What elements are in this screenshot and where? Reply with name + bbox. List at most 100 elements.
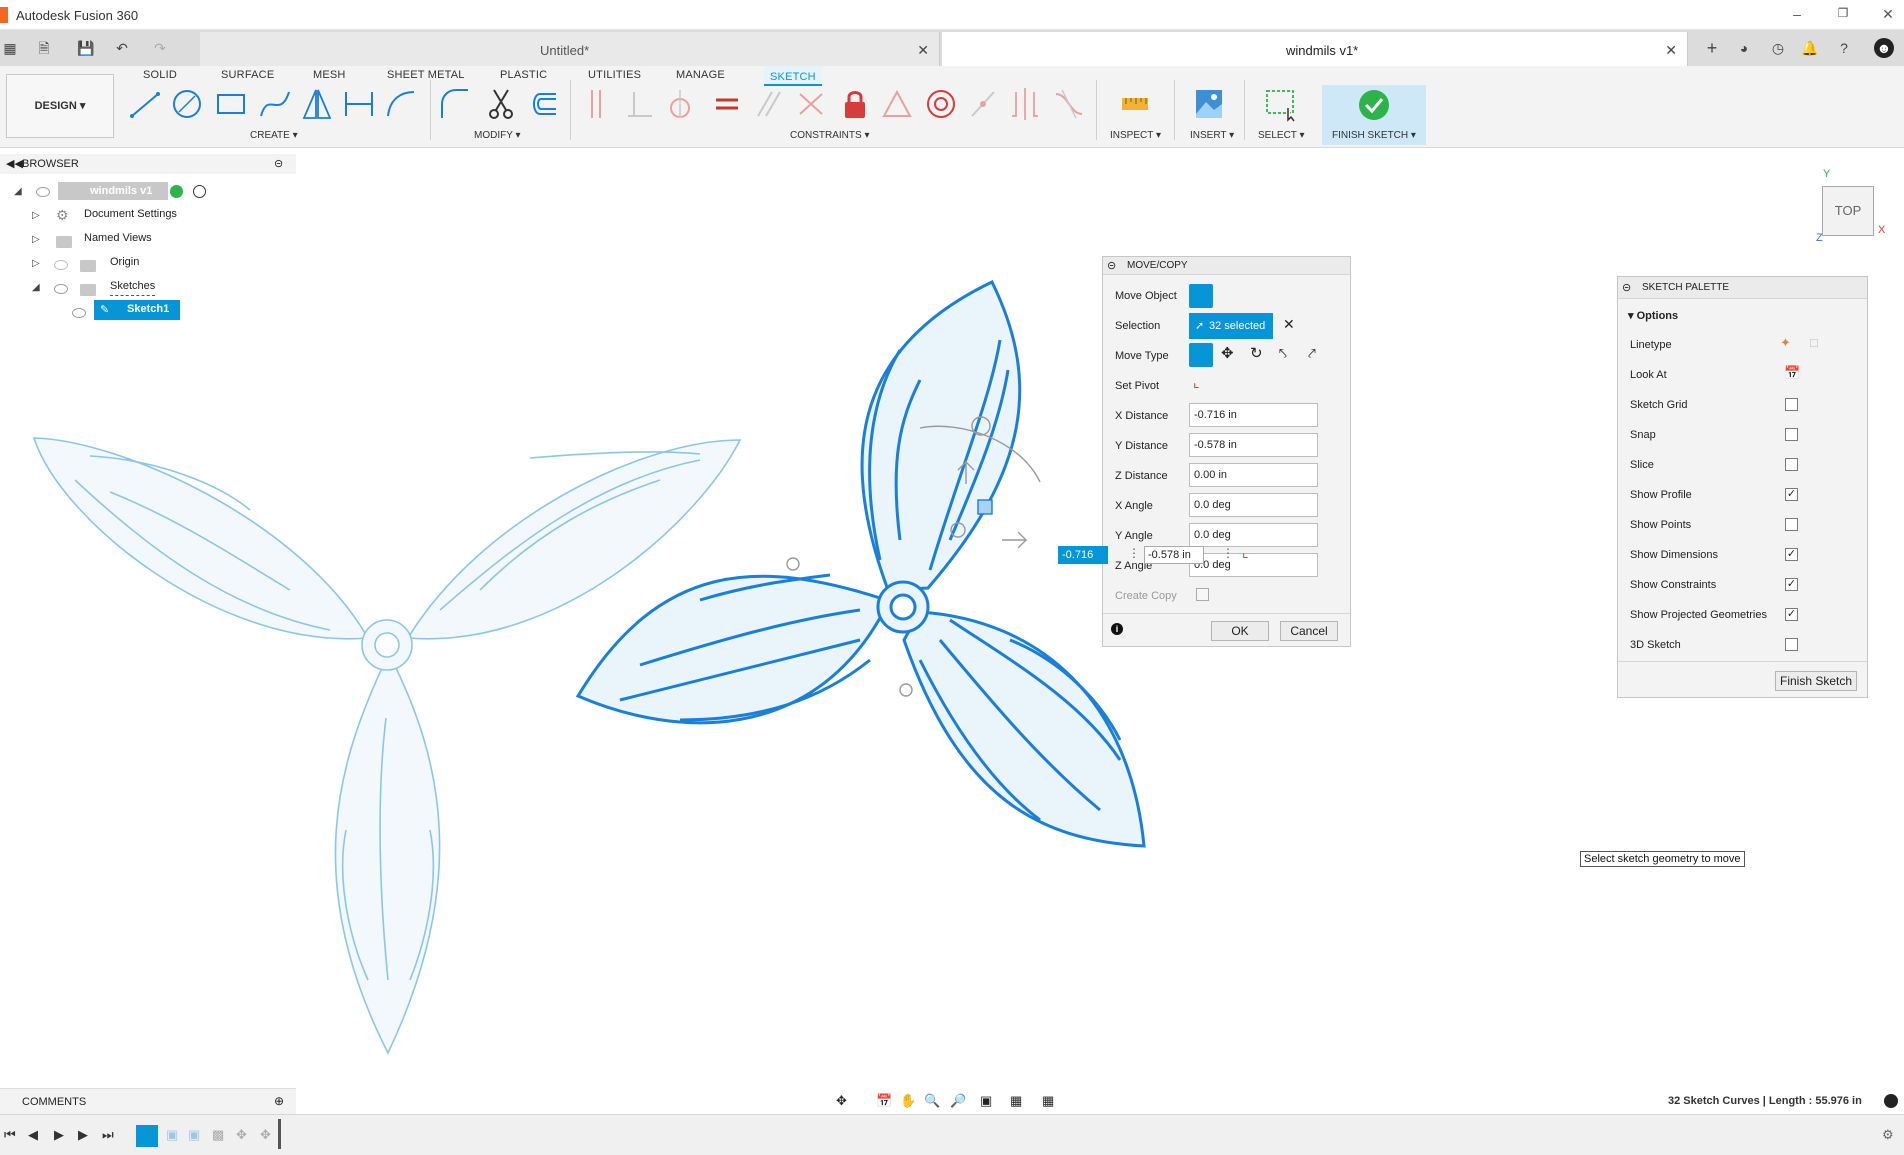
step-back-icon[interactable]: ◀ bbox=[28, 1127, 38, 1143]
perpendicular-constraint-icon[interactable] bbox=[622, 86, 656, 122]
tab-surface[interactable]: SURFACE bbox=[221, 69, 274, 81]
apps-grid-icon[interactable]: ▦ bbox=[0, 38, 20, 58]
radio-target-icon[interactable] bbox=[193, 185, 206, 198]
orbit-icon[interactable]: ✥ bbox=[836, 1093, 847, 1109]
constraints-group-label[interactable]: CONSTRAINTS ▾ bbox=[790, 130, 869, 141]
z-distance-input[interactable]: 0.00 in bbox=[1189, 463, 1318, 487]
x-angle-input[interactable]: 0.0 deg bbox=[1189, 493, 1318, 517]
collapse-dialog-icon[interactable]: ⊝ bbox=[1107, 259, 1116, 272]
symmetry-constraint-icon[interactable] bbox=[1008, 86, 1042, 122]
close-tab-icon[interactable]: ✕ bbox=[917, 42, 929, 59]
timeline-sketch-feature[interactable] bbox=[136, 1125, 158, 1147]
activate-component-icon[interactable] bbox=[170, 185, 183, 198]
show-profile-checkbox[interactable]: ✓ bbox=[1785, 488, 1798, 501]
minimize-icon[interactable]: – bbox=[1787, 6, 1807, 22]
avatar[interactable]: ☻ bbox=[1874, 38, 1894, 58]
collapse-icon[interactable]: ◢ bbox=[32, 282, 40, 293]
tree-item-origin[interactable]: Origin bbox=[110, 252, 139, 272]
show-dimensions-checkbox[interactable]: ✓ bbox=[1785, 548, 1798, 561]
timeline-feature-icon[interactable]: ✥ bbox=[260, 1127, 271, 1143]
sketch-grid-checkbox[interactable] bbox=[1785, 398, 1798, 411]
timeline-marker[interactable] bbox=[278, 1119, 281, 1149]
insert-group-label[interactable]: INSERT ▾ bbox=[1190, 130, 1234, 141]
selection-button[interactable]: ➚ 32 selected bbox=[1189, 313, 1273, 339]
dimension-tool-icon[interactable] bbox=[342, 86, 376, 122]
point-to-position-icon[interactable]: ⤤ bbox=[1308, 345, 1316, 362]
add-comment-icon[interactable]: ⊕ bbox=[274, 1094, 284, 1108]
circle-tool-icon[interactable] bbox=[170, 86, 204, 122]
timeline-feature-icon[interactable]: ▣ bbox=[188, 1127, 200, 1143]
grid-settings-icon[interactable]: ▦ bbox=[1010, 1093, 1022, 1109]
expand-icon[interactable]: ▷ bbox=[32, 258, 40, 269]
tree-item-named-views[interactable]: Named Views bbox=[84, 228, 152, 248]
collapse-browser-icon[interactable]: ◀◀ bbox=[6, 157, 23, 170]
feedback-icon[interactable] bbox=[1884, 1094, 1898, 1108]
timeline-feature-icon[interactable]: ▣ bbox=[166, 1127, 178, 1143]
tab-untitled[interactable]: Untitled* ✕ bbox=[200, 32, 940, 66]
options-section[interactable]: ▾ Options bbox=[1628, 309, 1678, 322]
go-to-end-icon[interactable]: ⏭ bbox=[102, 1127, 114, 1143]
tree-item-sketch1[interactable]: ✎ Sketch1 bbox=[94, 300, 180, 320]
finish-sketch-label[interactable]: FINISH SKETCH ▾ bbox=[1332, 130, 1416, 141]
go-to-start-icon[interactable]: ⏮ bbox=[4, 1127, 16, 1143]
snap-checkbox[interactable] bbox=[1785, 428, 1798, 441]
step-forward-icon[interactable]: ▶ bbox=[78, 1127, 88, 1143]
centerline-linetype-icon[interactable]: □ bbox=[1810, 335, 1818, 350]
tab-solid[interactable]: SOLID bbox=[143, 69, 177, 81]
pan-hand-icon[interactable]: ✋ bbox=[900, 1093, 916, 1109]
look-at-icon[interactable]: 📅 bbox=[876, 1093, 892, 1109]
fix-lock-icon[interactable] bbox=[838, 86, 872, 122]
tab-sketch[interactable]: SKETCH bbox=[764, 66, 822, 86]
notifications-icon[interactable]: 🔔 bbox=[1800, 38, 1820, 58]
trim-scissors-icon[interactable] bbox=[484, 86, 518, 122]
drag-handle-icon[interactable]: ⋮ bbox=[1128, 546, 1140, 560]
redo-icon[interactable]: ↷ bbox=[150, 38, 170, 58]
file-menu-icon[interactable]: 🗎 bbox=[34, 38, 54, 58]
clear-selection-icon[interactable]: ✕ bbox=[1283, 316, 1295, 333]
tab-mesh[interactable]: MESH bbox=[313, 69, 346, 81]
y-angle-input[interactable]: 0.0 deg bbox=[1189, 523, 1318, 547]
horizontal-vertical-constraint-icon[interactable] bbox=[580, 86, 614, 122]
select-window-icon[interactable] bbox=[1264, 86, 1298, 122]
slice-checkbox[interactable] bbox=[1785, 458, 1798, 471]
rotate-icon[interactable]: ↻ bbox=[1250, 344, 1263, 362]
help-icon[interactable]: ? bbox=[1834, 38, 1854, 58]
root-component[interactable]: windmils v1 bbox=[58, 182, 168, 200]
job-status-icon[interactable]: ◷ bbox=[1768, 38, 1788, 58]
3d-sketch-checkbox[interactable] bbox=[1785, 638, 1798, 651]
viewports-icon[interactable]: ▦ bbox=[1042, 1093, 1054, 1109]
show-projected-geometries-checkbox[interactable]: ✓ bbox=[1785, 608, 1798, 621]
zoom-icon[interactable]: 🔍 bbox=[924, 1093, 940, 1109]
pivot-axes-icon[interactable]: ⌞ bbox=[1242, 544, 1249, 561]
timeline-feature-icon[interactable]: ▩ bbox=[212, 1127, 224, 1143]
move-object-sketch-icon[interactable] bbox=[1189, 284, 1213, 308]
x-distance-input[interactable]: -0.716 in bbox=[1189, 403, 1318, 427]
point-to-point-icon[interactable]: ⤣ bbox=[1279, 345, 1287, 362]
tab-windmils[interactable]: windmils v1* ✕ bbox=[942, 32, 1688, 66]
save-icon[interactable]: 💾 bbox=[76, 38, 96, 58]
extensions-icon[interactable]: ◕ bbox=[1734, 38, 1754, 58]
concentric-constraint-icon[interactable] bbox=[924, 86, 958, 122]
modify-group-label[interactable]: MODIFY ▾ bbox=[474, 130, 521, 141]
timeline-settings-gear-icon[interactable]: ⚙ bbox=[1882, 1127, 1894, 1143]
y-distance-input[interactable]: -0.578 in bbox=[1189, 433, 1318, 457]
rectangle-tool-icon[interactable] bbox=[214, 86, 248, 122]
offset-tool-icon[interactable] bbox=[526, 86, 560, 122]
close-tab-icon[interactable]: ✕ bbox=[1665, 42, 1677, 59]
collinear-constraint-icon[interactable] bbox=[794, 86, 828, 122]
undo-icon[interactable]: ↶ bbox=[112, 38, 132, 58]
new-tab-icon[interactable]: + bbox=[1702, 38, 1722, 58]
display-settings-icon[interactable]: ▣ bbox=[980, 1093, 992, 1109]
z-angle-input[interactable]: 0.0 deg bbox=[1189, 553, 1318, 577]
parallel-constraint-icon[interactable] bbox=[752, 86, 786, 122]
midpoint-constraint-icon[interactable] bbox=[880, 86, 914, 122]
tangent-constraint-icon[interactable] bbox=[664, 86, 698, 122]
fit-zoom-icon[interactable]: 🔎 bbox=[950, 1093, 966, 1109]
create-copy-checkbox[interactable] bbox=[1196, 588, 1209, 601]
arc-tool-icon[interactable] bbox=[384, 86, 418, 122]
translate-icon[interactable]: ✥ bbox=[1221, 344, 1234, 362]
select-group-label[interactable]: SELECT ▾ bbox=[1258, 130, 1305, 141]
expand-icon[interactable]: ▷ bbox=[32, 210, 40, 221]
heads-up-x-input[interactable]: -0.716 in bbox=[1058, 546, 1108, 577]
play-icon[interactable]: ▶ bbox=[54, 1127, 64, 1143]
